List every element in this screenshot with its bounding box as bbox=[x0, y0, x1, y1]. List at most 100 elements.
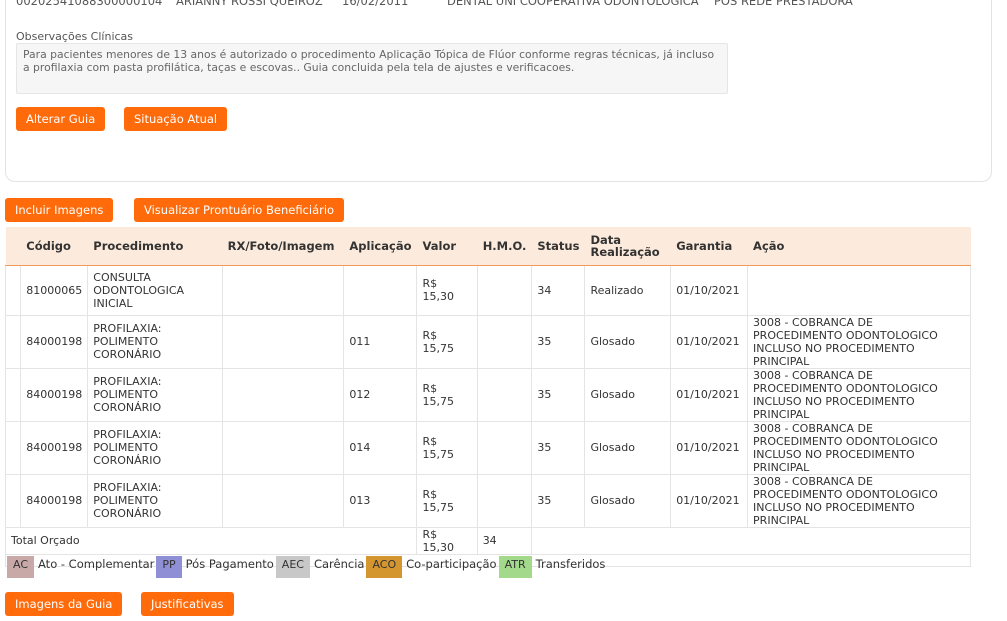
header-valor: Valor bbox=[416, 227, 478, 266]
legend-swatch-atr: ATR bbox=[498, 556, 532, 578]
carteira-number: 00202541088300000104 bbox=[16, 0, 163, 8]
cell-acao: 3008 - COBRANCA DE PROCEDIMENTO ODONTOLO… bbox=[747, 367, 971, 422]
legend-swatch-aco: ACO bbox=[366, 556, 403, 578]
header-rx: RX/Foto/Imagem bbox=[222, 227, 345, 266]
cell-acao: 3008 - COBRANCA DE PROCEDIMENTO ODONTOLO… bbox=[747, 314, 971, 369]
cell-garantia: 01/10/2021 bbox=[670, 473, 749, 528]
visualizar-prontuario-button[interactable]: Visualizar Prontuário Beneficiário bbox=[134, 198, 345, 222]
legend-label-aec: Carência bbox=[313, 557, 365, 571]
legend-item-aco: ACO Co-participação bbox=[366, 552, 498, 578]
cell-hmo bbox=[476, 264, 533, 316]
cell-codigo: 84000198 bbox=[20, 420, 89, 475]
legend-label-ac: Ato - Complementar bbox=[38, 557, 155, 571]
cell-procedimento: PROFILAXIA: POLIMENTO CORONÁRIO bbox=[87, 473, 223, 528]
justificativas-button[interactable]: Justificativas bbox=[141, 592, 234, 616]
legend-item-ac: AC Ato - Complementar bbox=[7, 552, 156, 578]
birth-date: 16/02/2011 bbox=[342, 0, 409, 8]
cell-status: 35 bbox=[531, 367, 586, 422]
cell-acao: 3008 - COBRANCA DE PROCEDIMENTO ODONTOLO… bbox=[747, 420, 971, 475]
header-data-realizacao: Data Realização bbox=[584, 227, 672, 266]
table-row[interactable]: 84000198 PROFILAXIA: POLIMENTO CORONÁRIO… bbox=[4, 473, 971, 528]
procedures-table: Código Procedimento RX/Foto/Imagem Aplic… bbox=[4, 227, 971, 567]
cell-codigo: 84000198 bbox=[20, 367, 89, 422]
cell-aplicacao: 014 bbox=[343, 420, 418, 475]
network-type: POS REDE PRESTADORA bbox=[714, 0, 853, 8]
legend-item-pp: PP Pós Pagamento bbox=[156, 552, 275, 578]
situacao-atual-button[interactable]: Situação Atual bbox=[124, 107, 228, 131]
cell-data: Glosado bbox=[584, 420, 672, 475]
legend-item-aec: AEC Carência bbox=[275, 552, 367, 578]
cell-valor: R$ 15,75 bbox=[416, 314, 478, 369]
cell-codigo: 81000065 bbox=[20, 264, 89, 316]
clinical-notes-label: Observações Clínicas bbox=[16, 30, 134, 43]
cell-procedimento: PROFILAXIA: POLIMENTO CORONÁRIO bbox=[87, 367, 223, 422]
imagens-da-guia-button[interactable]: Imagens da Guia bbox=[5, 592, 123, 616]
cell-garantia: 01/10/2021 bbox=[670, 420, 749, 475]
total-row: Total Orçado R$ 15,30 34 bbox=[4, 526, 971, 555]
total-valor: R$ 15,30 bbox=[416, 526, 478, 555]
cell-valor: R$ 15,75 bbox=[416, 473, 478, 528]
cell-rx bbox=[221, 264, 345, 316]
cell-aplicacao: 012 bbox=[343, 367, 418, 422]
cell-acao bbox=[747, 264, 971, 316]
header-status: Status bbox=[531, 227, 586, 266]
cell-procedimento: PROFILAXIA: POLIMENTO CORONÁRIO bbox=[87, 314, 223, 369]
legend-swatch-aec: AEC bbox=[275, 556, 310, 578]
clinical-notes-textarea[interactable]: Para pacientes menores de 13 anos é auto… bbox=[16, 43, 728, 94]
cell-data: Realizado bbox=[584, 264, 672, 316]
cell-hmo bbox=[476, 420, 533, 475]
header-garantia: Garantia bbox=[670, 227, 749, 266]
header-aplicacao: Aplicação bbox=[343, 227, 418, 266]
table-row[interactable]: 84000198 PROFILAXIA: POLIMENTO CORONÁRIO… bbox=[4, 420, 971, 475]
cell-rx bbox=[221, 367, 345, 422]
header-spacer bbox=[5, 227, 22, 266]
cell-procedimento: CONSULTA ODONTOLOGICA INICIAL bbox=[87, 264, 223, 316]
plan-name: DENTAL UNI COOPERATIVA ODONTOLOGICA bbox=[447, 0, 699, 8]
cell-rx bbox=[221, 473, 345, 528]
cell-codigo: 84000198 bbox=[20, 314, 89, 369]
table-row[interactable]: 84000198 PROFILAXIA: POLIMENTO CORONÁRIO… bbox=[4, 367, 971, 422]
legend-item-atr: ATR Transferidos bbox=[498, 552, 608, 578]
cell-garantia: 01/10/2021 bbox=[670, 314, 749, 369]
cell-acao: 3008 - COBRANCA DE PROCEDIMENTO ODONTOLO… bbox=[747, 473, 971, 528]
cell-status: 35 bbox=[531, 314, 586, 369]
header-codigo: Código bbox=[20, 227, 89, 266]
cell-hmo bbox=[476, 473, 533, 528]
legend-label-pp: Pós Pagamento bbox=[185, 557, 274, 571]
cell-data: Glosado bbox=[584, 367, 672, 422]
cell-rx bbox=[221, 314, 345, 369]
cell-valor: R$ 15,75 bbox=[416, 420, 478, 475]
cell-aplicacao: 013 bbox=[343, 473, 418, 528]
cell-aplicacao bbox=[343, 264, 418, 316]
total-hmo: 34 bbox=[476, 526, 533, 555]
cell-procedimento: PROFILAXIA: POLIMENTO CORONÁRIO bbox=[87, 420, 223, 475]
header-acao: Ação bbox=[747, 227, 971, 266]
incluir-imagens-button[interactable]: Incluir Imagens bbox=[5, 198, 114, 222]
status-legend: AC Ato - Complementar PP Pós Pagamento AEC Ca… bbox=[7, 552, 607, 578]
table-row[interactable]: 84000198 PROFILAXIA: POLIMENTO CORONÁRIO… bbox=[4, 314, 971, 369]
beneficiary-name: ARIANNY ROSSI QUEIROZ bbox=[176, 0, 323, 8]
cell-hmo bbox=[476, 367, 533, 422]
legend-swatch-ac: AC bbox=[7, 556, 35, 578]
cell-data: Glosado bbox=[584, 473, 672, 528]
table-row[interactable]: 81000065 CONSULTA ODONTOLOGICA INICIAL R… bbox=[4, 264, 971, 316]
cell-status: 34 bbox=[531, 264, 586, 316]
cell-rx bbox=[221, 420, 345, 475]
cell-data: Glosado bbox=[584, 314, 672, 369]
cell-status: 35 bbox=[531, 420, 586, 475]
legend-swatch-pp: PP bbox=[156, 556, 182, 578]
legend-label-aco: Co-participação bbox=[406, 557, 497, 571]
cell-hmo bbox=[476, 314, 533, 369]
alterar-guia-button[interactable]: Alterar Guia bbox=[16, 107, 106, 131]
cell-valor: R$ 15,30 bbox=[416, 264, 478, 316]
cell-valor: R$ 15,75 bbox=[416, 367, 478, 422]
cell-garantia: 01/10/2021 bbox=[670, 367, 749, 422]
cell-aplicacao: 011 bbox=[343, 314, 418, 369]
cell-garantia: 01/10/2021 bbox=[670, 264, 749, 316]
table-header-row: Código Procedimento RX/Foto/Imagem Aplic… bbox=[5, 227, 971, 266]
legend-label-atr: Transferidos bbox=[535, 557, 606, 571]
header-hmo: H.M.O. bbox=[477, 227, 533, 266]
header-procedimento: Procedimento bbox=[87, 227, 223, 266]
cell-status: 35 bbox=[531, 473, 586, 528]
total-label: Total Orçado bbox=[4, 526, 417, 555]
